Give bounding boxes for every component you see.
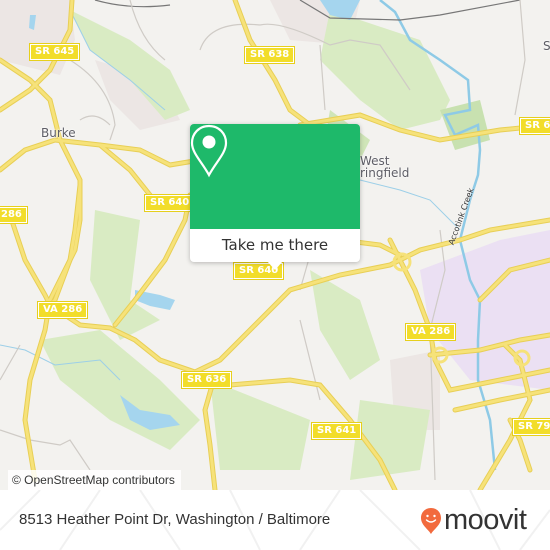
popup-header: [190, 124, 360, 229]
road-shield-sr64x: SR 64: [518, 117, 550, 135]
map-pin-icon: [190, 124, 228, 178]
destination-popup: Take me there: [190, 124, 360, 270]
destination-address: 8513 Heather Point Dr, Washington / Balt…: [19, 511, 331, 528]
place-label-springfield: ringfield: [360, 166, 410, 180]
moovit-logo[interactable]: moovit: [420, 504, 540, 536]
road-shield-sr645: SR 645: [28, 43, 81, 61]
map-canvas[interactable]: SR 645 SR 638 SR 64 286 SR 640 SR 640 VA…: [0, 0, 550, 490]
take-me-there-button[interactable]: Take me there: [190, 229, 360, 262]
road-shield-va286-east: VA 286: [404, 323, 457, 341]
brand-name: moovit: [444, 504, 527, 536]
road-shield-va286-southwest: VA 286: [36, 301, 89, 319]
road-shield-sr79x: SR 79: [511, 418, 550, 436]
stream: [359, 179, 461, 231]
place-label-burke: Burke: [41, 126, 76, 140]
park-area: [210, 380, 310, 470]
road-shield-sr638: SR 638: [243, 46, 296, 64]
road-shield-sr641: SR 641: [310, 422, 363, 440]
road-shield-sr640-west: SR 640: [143, 194, 196, 212]
park-area: [40, 330, 200, 450]
footer-bar: 8513 Heather Point Dr, Washington / Balt…: [0, 490, 550, 550]
popup-pointer: [267, 261, 283, 270]
park-area: [320, 10, 450, 130]
road-shield-va286-west: 286: [0, 206, 28, 224]
park-area: [90, 210, 160, 340]
moovit-pin-icon: [421, 508, 441, 534]
road-shield-sr636: SR 636: [180, 371, 233, 389]
place-label-edge: S: [543, 39, 550, 53]
park-area: [440, 100, 490, 150]
map-attribution[interactable]: © OpenStreetMap contributors: [8, 470, 181, 490]
park-area: [310, 270, 380, 380]
